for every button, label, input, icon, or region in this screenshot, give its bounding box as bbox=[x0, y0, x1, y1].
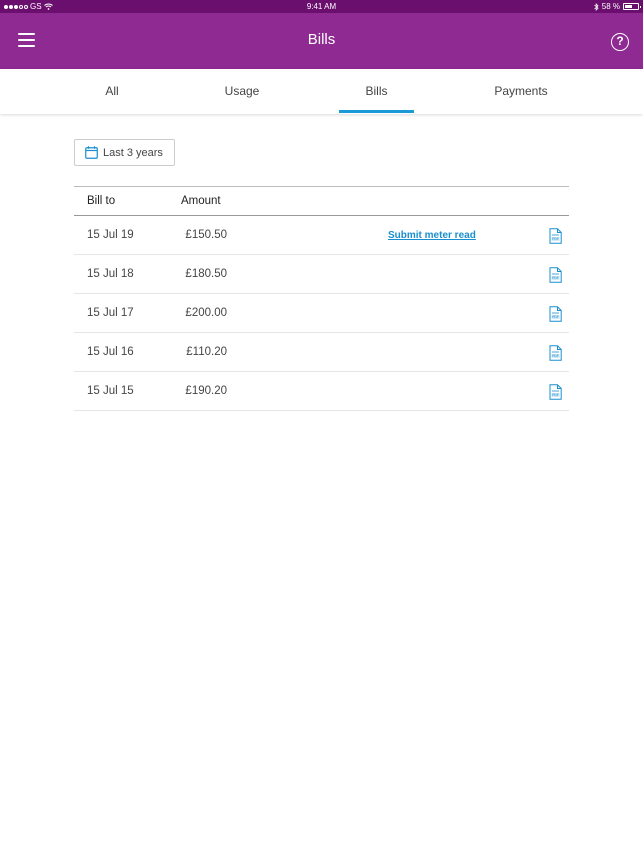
pdf-file-icon[interactable]: PDF bbox=[549, 384, 562, 403]
calendar-icon bbox=[85, 146, 98, 159]
svg-text:PDF: PDF bbox=[552, 354, 559, 358]
bluetooth-icon bbox=[593, 2, 599, 11]
table-row: 15 Jul 19 £150.50 Submit meter read PDF bbox=[74, 216, 569, 255]
table-row: 15 Jul 18 £180.50 PDF bbox=[74, 255, 569, 294]
table-row: 15 Jul 15 £190.20 PDF bbox=[74, 372, 569, 411]
bill-date: 15 Jul 15 bbox=[87, 385, 134, 397]
tab-bills[interactable]: Bills bbox=[339, 69, 414, 114]
date-range-button[interactable]: Last 3 years bbox=[74, 139, 175, 166]
battery-icon bbox=[623, 3, 641, 10]
status-time: 9:41 AM bbox=[306, 2, 337, 11]
table-row: 15 Jul 17 £200.00 PDF bbox=[74, 294, 569, 333]
help-circle-icon[interactable]: ? bbox=[611, 33, 629, 51]
bill-amount: £180.50 bbox=[185, 268, 227, 280]
submit-meter-read-link[interactable]: Submit meter read bbox=[388, 230, 476, 241]
bill-amount: £190.20 bbox=[185, 385, 227, 397]
svg-text:PDF: PDF bbox=[552, 237, 559, 241]
table-row: 15 Jul 16 £110.20 PDF bbox=[74, 333, 569, 372]
tab-payments[interactable]: Payments bbox=[482, 69, 560, 114]
bill-date: 15 Jul 17 bbox=[87, 307, 134, 319]
tab-all[interactable]: All bbox=[74, 69, 150, 114]
bill-date: 15 Jul 18 bbox=[87, 268, 134, 280]
bill-amount: £200.00 bbox=[185, 307, 227, 319]
tab-usage[interactable]: Usage bbox=[204, 69, 280, 114]
app-header: Bills ? bbox=[0, 13, 643, 69]
column-header-bill-to: Bill to bbox=[87, 195, 116, 207]
column-header-amount: Amount bbox=[181, 195, 221, 207]
bills-table: Bill to Amount 15 Jul 19 £150.50 Submit me… bbox=[74, 186, 569, 411]
svg-text:PDF: PDF bbox=[552, 276, 559, 280]
pdf-file-icon[interactable]: PDF bbox=[549, 228, 562, 247]
status-bar: GS 9:41 AM 58 % bbox=[0, 0, 643, 13]
table-header: Bill to Amount bbox=[74, 186, 569, 216]
svg-text:PDF: PDF bbox=[552, 315, 559, 319]
date-range-label: Last 3 years bbox=[103, 147, 163, 159]
page-title: Bills bbox=[307, 31, 336, 48]
bill-amount: £150.50 bbox=[185, 229, 227, 241]
bill-amount: £110.20 bbox=[186, 346, 227, 358]
battery-percent: 58 % bbox=[601, 2, 620, 11]
bill-date: 15 Jul 19 bbox=[87, 229, 134, 241]
pdf-file-icon[interactable]: PDF bbox=[549, 345, 562, 364]
pdf-file-icon[interactable]: PDF bbox=[549, 267, 562, 286]
bill-date: 15 Jul 16 bbox=[87, 346, 134, 358]
status-right: 58 % bbox=[593, 2, 641, 11]
pdf-file-icon[interactable]: PDF bbox=[549, 306, 562, 325]
svg-text:PDF: PDF bbox=[552, 393, 559, 397]
tab-bar: All Usage Bills Payments bbox=[0, 69, 643, 114]
